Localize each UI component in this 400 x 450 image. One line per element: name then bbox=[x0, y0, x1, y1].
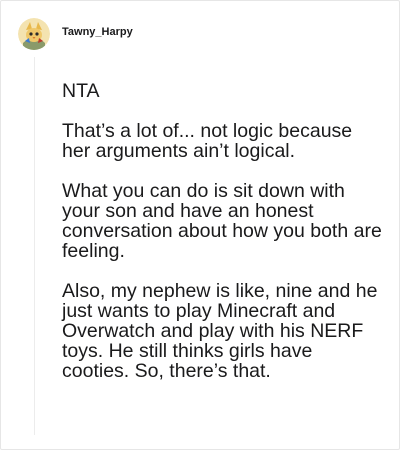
comment-paragraph: NTA bbox=[62, 80, 100, 102]
comment-paragraph: What you can do is sit down with your so… bbox=[62, 180, 382, 262]
comment-paragraph: That’s a lot of... not logic because her… bbox=[62, 120, 353, 162]
comment-body: NTA That’s a lot of... not logic because… bbox=[62, 81, 382, 401]
comment-paragraph: Also, my nephew is like, nine and he jus… bbox=[62, 280, 378, 382]
comment-card: Tawny_Harpy NTA That’s a lot of... not l… bbox=[0, 0, 400, 450]
comment-author[interactable]: Tawny_Harpy bbox=[62, 26, 133, 38]
thread-line[interactable] bbox=[34, 57, 35, 435]
user-avatar[interactable] bbox=[18, 18, 50, 50]
bird-avatar-icon bbox=[18, 18, 50, 50]
